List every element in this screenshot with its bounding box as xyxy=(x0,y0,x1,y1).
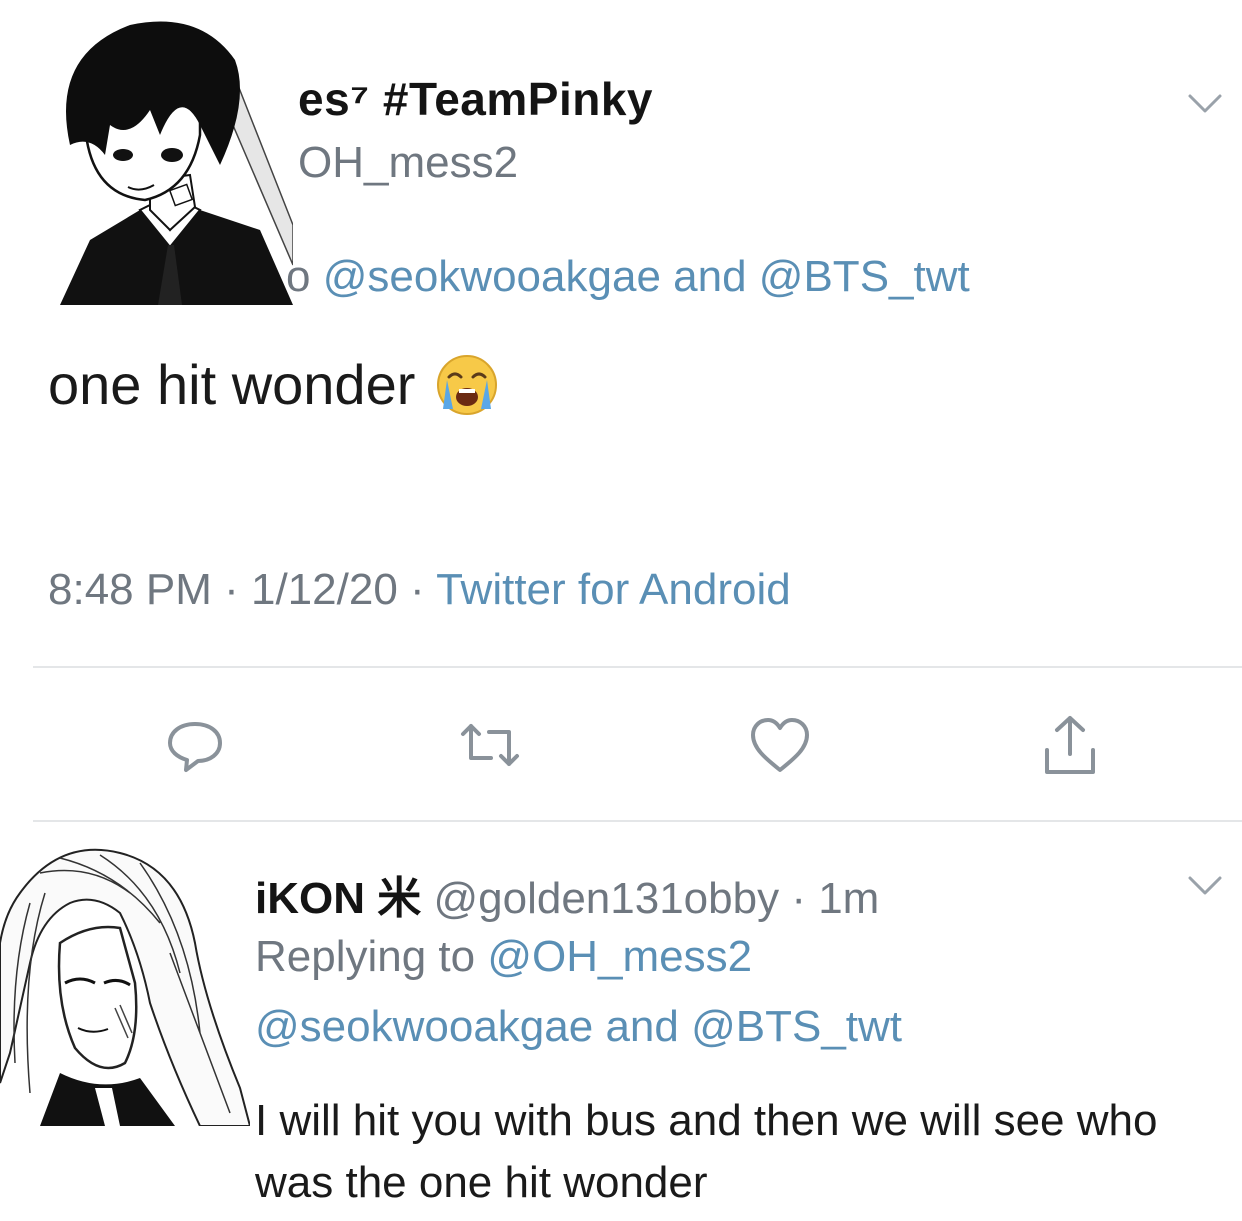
like-button[interactable] xyxy=(745,710,815,780)
reply-timestamp[interactable]: 1m xyxy=(818,874,879,923)
tweet-mentions: o @seokwooakgae and @BTS_twt xyxy=(286,252,970,302)
reply-author-avatar[interactable] xyxy=(0,833,250,1126)
mention-seokwooakgae-link[interactable]: @seokwooakgae xyxy=(323,252,661,301)
tweet-text: one hit wonder xyxy=(48,353,416,416)
tweet-thread: es⁷ #TeamPinky OH_mess2 o @seokwooakgae … xyxy=(0,0,1242,1221)
meta-separator: · xyxy=(397,565,437,614)
tweet-body: one hit wonder xyxy=(48,352,499,417)
manga-avatar-image xyxy=(50,15,293,305)
reply-text: I will hit you with bus and then we will… xyxy=(255,1096,1158,1207)
retweet-icon xyxy=(461,724,519,766)
replying-to-handle-link[interactable]: @OH_mess2 xyxy=(487,932,752,981)
tweet-time: 8:48 PM xyxy=(48,565,212,614)
author-handle[interactable]: OH_mess2 xyxy=(298,138,518,188)
mention-seokwooakgae-link[interactable]: @seokwooakgae xyxy=(255,1002,593,1051)
mention-bts-twt-link[interactable]: @BTS_twt xyxy=(759,252,970,301)
retweet-button[interactable] xyxy=(455,710,525,780)
replying-to-line: Replying to @OH_mess2 xyxy=(255,932,752,982)
reply-button[interactable] xyxy=(160,710,230,780)
mention-joiner: and xyxy=(593,1002,692,1051)
meta-separator: · xyxy=(211,565,251,614)
manga-avatar-image xyxy=(0,833,250,1126)
tweet-action-bar xyxy=(0,710,1242,780)
share-button[interactable] xyxy=(1035,710,1105,780)
share-icon xyxy=(1045,716,1095,774)
divider xyxy=(33,820,1242,822)
chevron-down-icon[interactable] xyxy=(1186,90,1224,118)
loudly-crying-face-emoji xyxy=(437,354,498,415)
mention-bts-twt-link[interactable]: @BTS_twt xyxy=(691,1002,902,1051)
chevron-down-icon[interactable] xyxy=(1186,872,1224,900)
reply-author-display-name[interactable]: iKON 米 xyxy=(255,874,421,923)
meta-separator: · xyxy=(779,874,819,923)
tweet-date: 1/12/20 xyxy=(250,565,398,614)
mention-joiner: and xyxy=(660,252,759,301)
heart-icon xyxy=(751,718,809,772)
author-display-name[interactable]: es⁷ #TeamPinky xyxy=(298,72,653,126)
reply-header: iKON 米 @golden131obby · 1m xyxy=(255,862,879,926)
tweet-meta: 8:48 PM · 1/12/20 · Twitter for Android xyxy=(48,565,791,615)
author-avatar[interactable] xyxy=(50,15,293,305)
reply-icon xyxy=(168,722,222,772)
reply-mentions: @seokwooakgae and @BTS_twt xyxy=(255,1002,902,1052)
tweet-source-link[interactable]: Twitter for Android xyxy=(436,565,791,614)
replying-to-label: Replying to xyxy=(255,932,488,981)
reply-author-handle[interactable]: @golden131obby xyxy=(433,874,779,923)
replying-prefix: o xyxy=(286,252,323,301)
divider xyxy=(33,666,1242,668)
